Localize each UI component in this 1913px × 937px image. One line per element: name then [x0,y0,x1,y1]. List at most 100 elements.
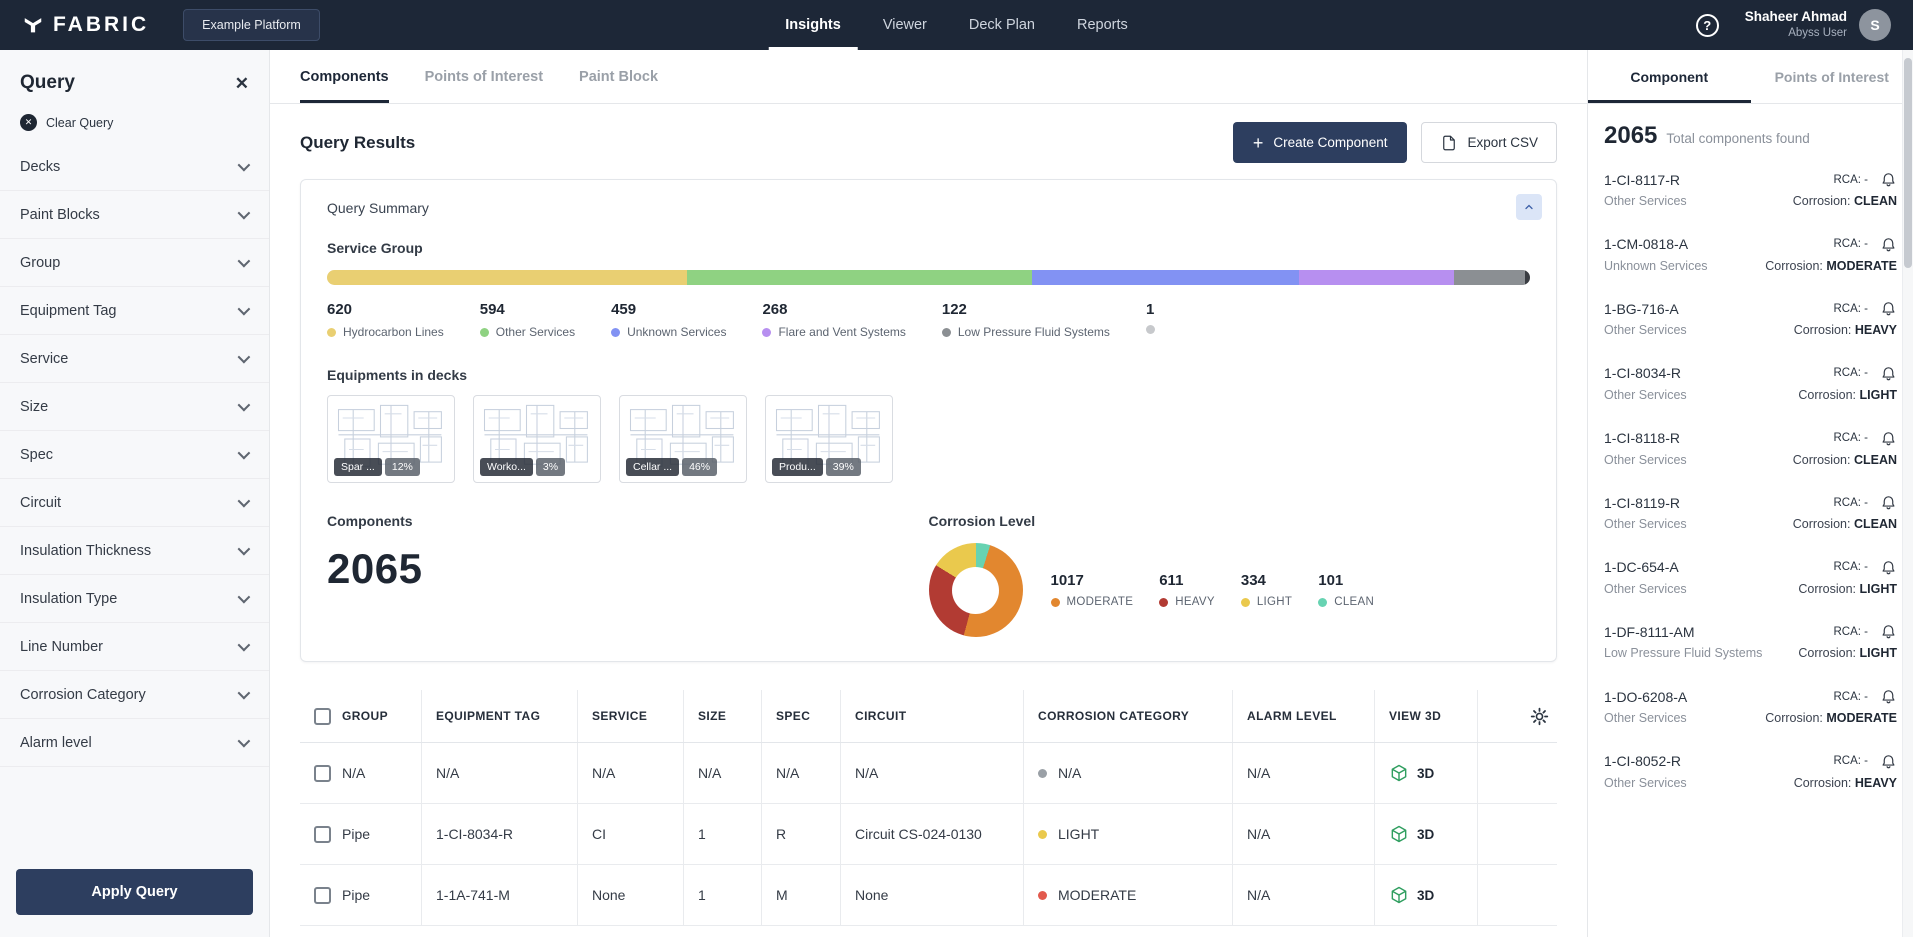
service-group-title: Service Group [327,240,1530,256]
component-tag: 1-DF-8111-AM [1604,624,1833,640]
legend-label-row: Flare and Vent Systems [762,325,905,339]
deck-chip-row: Spar ... 12% [334,458,448,476]
component-list-item[interactable]: 1-DF-8111-AM RCA: - Low Pressure Fluid S… [1588,610,1913,675]
bell-icon[interactable] [1880,171,1897,188]
bell-icon[interactable] [1880,300,1897,317]
bell-icon[interactable] [1880,559,1897,576]
legend-label: Hydrocarbon Lines [343,325,444,339]
filter-accordion-item[interactable]: Service [0,335,269,383]
fabric-logo-icon [22,14,44,36]
create-component-button[interactable]: + Create Component [1233,122,1408,163]
component-list-item[interactable]: 1-CI-8118-R RCA: - Other Services Corros… [1588,417,1913,482]
component-list-item[interactable]: 1-DC-654-A RCA: - Other Services Corrosi… [1588,546,1913,611]
select-all-checkbox[interactable] [314,708,331,725]
avatar[interactable]: S [1859,9,1891,41]
help-icon[interactable]: ? [1696,14,1719,37]
filter-accordion-item[interactable]: Insulation Thickness [0,527,269,575]
component-list-item[interactable]: 1-CI-8117-R RCA: - Other Services Corros… [1588,158,1913,223]
scrollbar-thumb[interactable] [1904,58,1912,268]
filter-accordion-item[interactable]: Insulation Type [0,575,269,623]
chevron-up-icon [1523,201,1535,213]
deck-thumbnail[interactable]: Produ... 39% [765,395,893,483]
components-found-label: Total components found [1666,131,1809,146]
row-checkbox[interactable] [314,826,331,843]
filter-accordion-item[interactable]: Alarm level [0,719,269,767]
nav-insights[interactable]: Insights [768,0,858,50]
service-bar-segment [687,270,1032,285]
component-item-bottom: Other Services Corrosion: LIGHT [1604,582,1897,598]
corrosion-chart-row: 1017 MODERATE 611 [929,543,1375,637]
page-body: Query ✕ ✕ Clear Query Decks Paint Blocks [0,50,1913,937]
bell-icon[interactable] [1880,753,1897,770]
filter-accordion-item[interactable]: Paint Blocks [0,191,269,239]
component-list-item[interactable]: 1-DO-6208-A RCA: - Other Services Corros… [1588,675,1913,740]
tab-paint-block[interactable]: Paint Block [579,50,658,103]
service-bar-segment [327,270,687,285]
filter-label: Decks [20,159,60,175]
filter-accordion-item[interactable]: Spec [0,431,269,479]
gear-icon[interactable] [1530,707,1549,726]
corrosion-value: 611 [1159,572,1215,589]
filter-accordion-item[interactable]: Decks [0,143,269,191]
cell-size: N/A [684,743,762,803]
user-menu[interactable]: Shaheer Ahmad Abyss User S [1745,9,1891,41]
nav-deck-plan[interactable]: Deck Plan [952,0,1052,50]
row-checkbox[interactable] [314,765,331,782]
collapse-summary-button[interactable] [1516,194,1542,220]
cell-service: N/A [578,743,684,803]
deck-thumbnail[interactable]: Spar ... 12% [327,395,455,483]
component-list-item[interactable]: 1-BG-716-A RCA: - Other Services Corrosi… [1588,287,1913,352]
nav-viewer[interactable]: Viewer [866,0,944,50]
component-item-bottom: Other Services Corrosion: CLEAN [1604,453,1897,469]
tab-points-of-interest[interactable]: Points of Interest [425,50,543,103]
filter-accordion-item[interactable]: Corrosion Category [0,671,269,719]
component-corrosion: Corrosion: LIGHT [1798,388,1897,402]
chevron-down-icon [238,399,251,412]
legend-item: 459 Unknown Services [611,301,726,339]
platform-selector-button[interactable]: Example Platform [183,9,320,41]
filter-accordion-item[interactable]: Equipment Tag [0,287,269,335]
clear-query-button[interactable]: ✕ Clear Query [0,94,269,143]
filter-accordion-item[interactable]: Size [0,383,269,431]
filter-accordion-item[interactable]: Group [0,239,269,287]
nav-reports[interactable]: Reports [1060,0,1145,50]
filter-accordion-item[interactable]: Line Number [0,623,269,671]
component-list-item[interactable]: 1-CI-8119-R RCA: - Other Services Corros… [1588,481,1913,546]
bell-icon[interactable] [1880,688,1897,705]
filter-accordion-item[interactable]: Circuit [0,479,269,527]
chevron-down-icon [238,687,251,700]
tab-components[interactable]: Components [300,50,389,103]
user-info: Shaheer Ahmad Abyss User [1745,9,1847,40]
view-3d-button[interactable]: 3D [1375,804,1478,864]
panel-tab-component[interactable]: Component [1588,50,1751,103]
export-csv-button[interactable]: Export CSV [1421,122,1557,163]
panel-tab-points-of-interest[interactable]: Points of Interest [1751,50,1913,103]
component-service: Other Services [1604,388,1798,404]
deck-thumbnail[interactable]: Worko... 3% [473,395,601,483]
bell-icon[interactable] [1880,623,1897,640]
bell-icon[interactable] [1880,365,1897,382]
bell-icon[interactable] [1880,494,1897,511]
components-block: Components 2065 [327,513,929,637]
service-bar-segment [1299,270,1455,285]
component-list-item[interactable]: 1-CI-8034-R RCA: - Other Services Corros… [1588,352,1913,417]
close-icon[interactable]: ✕ [235,75,249,92]
cell-corrosion-category: LIGHT [1024,804,1233,864]
deck-thumbnail[interactable]: Cellar ... 46% [619,395,747,483]
page-scrollbar[interactable] [1902,50,1913,937]
component-list-item[interactable]: 1-CM-0818-A RCA: - Unknown Services Corr… [1588,223,1913,288]
row-checkbox[interactable] [314,887,331,904]
view-3d-button[interactable]: 3D [1375,865,1478,925]
corrosion-label: MODERATE [1067,596,1134,608]
apply-query-button[interactable]: Apply Query [16,869,253,915]
legend-label: Unknown Services [627,325,726,339]
chevron-down-icon [238,159,251,172]
brand[interactable]: FABRIC [22,13,149,37]
cube-3d-icon [1389,763,1409,783]
bell-icon[interactable] [1880,430,1897,447]
bell-icon[interactable] [1880,236,1897,253]
component-list-item[interactable]: 1-CI-8052-R RCA: - Other Services Corros… [1588,740,1913,805]
corrosion-label-row: LIGHT [1241,596,1292,608]
view-3d-button[interactable]: 3D [1375,743,1478,803]
component-item-bottom: Other Services Corrosion: CLEAN [1604,517,1897,533]
